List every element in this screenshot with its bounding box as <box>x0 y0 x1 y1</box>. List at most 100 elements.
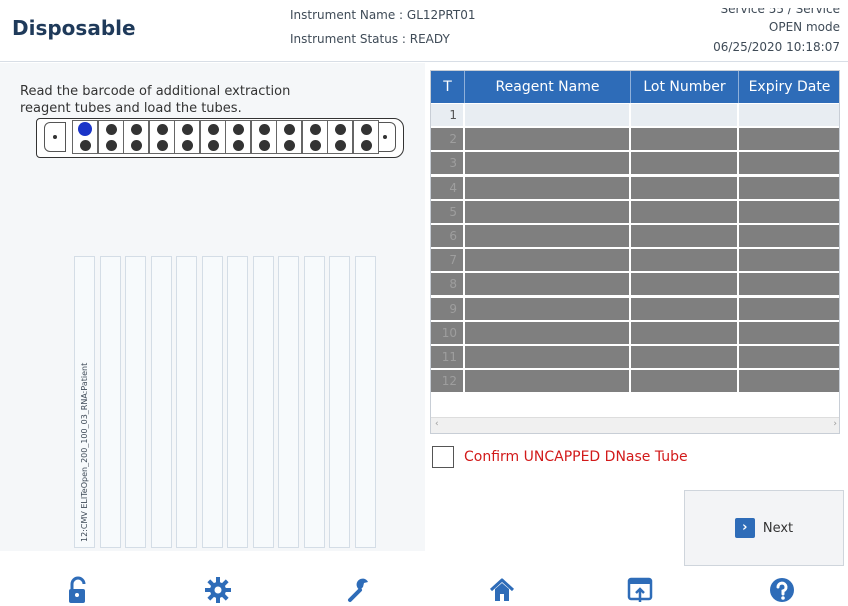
rack-slot[interactable] <box>148 120 175 154</box>
datetime: 06/25/2020 10:18:07 <box>713 40 840 54</box>
tube-position[interactable] <box>99 256 121 548</box>
table-cell <box>631 273 739 296</box>
table-row[interactable]: 8 <box>431 273 839 297</box>
tube-position[interactable] <box>227 256 248 548</box>
rack-slot[interactable] <box>250 120 277 154</box>
table-row[interactable]: 1 <box>431 104 839 128</box>
confirm-checkbox[interactable] <box>432 446 454 468</box>
selected-tube-hole <box>78 122 92 136</box>
tube-position[interactable] <box>125 256 146 548</box>
tube-hole <box>284 140 295 151</box>
horizontal-scrollbar[interactable]: ‹ › <box>431 417 839 433</box>
table-cell <box>739 225 839 247</box>
reagent-table[interactable]: T Reagent Name Lot Number Expiry Date 12… <box>430 70 840 434</box>
table-cell <box>465 152 631 175</box>
tube-hole <box>258 140 270 151</box>
tube-position[interactable] <box>252 256 274 548</box>
confirm-uncapped[interactable]: Confirm UNCAPPED DNase Tube <box>432 446 688 468</box>
rack-slot[interactable] <box>123 120 149 154</box>
table-row[interactable]: 11 <box>431 346 839 370</box>
table-cell <box>465 321 631 344</box>
tube-hole <box>233 124 244 135</box>
tube-hole <box>360 124 372 135</box>
tube-hole <box>284 124 295 135</box>
tube-hole <box>182 140 193 151</box>
rack-slot[interactable] <box>72 120 98 154</box>
tube-position[interactable] <box>150 256 172 548</box>
table-cell <box>465 273 631 296</box>
tube-hole <box>105 140 117 151</box>
table-row[interactable]: 2 <box>431 128 839 152</box>
tube-position[interactable] <box>329 256 350 548</box>
table-row[interactable]: 4 <box>431 176 839 201</box>
table-row[interactable]: 12 <box>431 370 839 394</box>
tube-position[interactable] <box>354 256 376 548</box>
wrench-icon[interactable] <box>346 576 374 604</box>
tube-grid: 12:CMV ELITeOpen_200_100_03_RNA:Patient <box>74 256 378 548</box>
tube-hole <box>131 140 142 151</box>
tube-hole <box>360 140 372 151</box>
table-cell <box>465 346 631 368</box>
table-cell <box>465 297 631 320</box>
row-number: 10 <box>431 321 465 344</box>
tube-hole <box>309 124 321 135</box>
rack-end-left <box>44 122 66 152</box>
table-row[interactable]: 7 <box>431 249 839 273</box>
rack-slot[interactable] <box>327 120 353 154</box>
table-cell <box>631 225 739 247</box>
tube-position[interactable] <box>303 256 325 548</box>
next-label: Next <box>762 520 794 536</box>
table-cell <box>631 249 739 272</box>
table-cell <box>465 200 631 223</box>
tube-position[interactable] <box>278 256 299 548</box>
tube-position[interactable] <box>176 256 197 548</box>
table-cell <box>739 249 839 272</box>
tube-hole <box>156 124 168 135</box>
tube-hole <box>233 140 244 151</box>
table-row[interactable]: 10 <box>431 321 839 346</box>
tube-rack <box>36 118 404 158</box>
gear-icon[interactable] <box>204 576 232 604</box>
scroll-left-icon[interactable]: ‹ <box>435 419 439 429</box>
table-cell <box>465 104 631 126</box>
row-number: 5 <box>431 200 465 223</box>
mode-label: OPEN mode <box>768 20 840 34</box>
rack-slot[interactable] <box>301 120 328 154</box>
row-number: 6 <box>431 225 465 247</box>
confirm-label: Confirm UNCAPPED DNase Tube <box>464 449 688 465</box>
table-cell <box>739 176 839 199</box>
rack-slot[interactable] <box>276 120 302 154</box>
next-arrow-icon: › <box>734 518 755 538</box>
table-row[interactable]: 3 <box>431 152 839 176</box>
tube-hole <box>258 124 270 135</box>
help-icon[interactable] <box>768 576 796 604</box>
table-header: T Reagent Name Lot Number Expiry Date <box>431 71 839 103</box>
instruction-text: Read the barcode of additional extractio… <box>20 84 291 116</box>
col-header-expiry-date: Expiry Date <box>739 71 839 103</box>
table-cell <box>739 346 839 368</box>
table-cell <box>465 176 631 199</box>
rack-slot[interactable] <box>199 120 226 154</box>
table-cell <box>631 200 739 223</box>
rack-slot[interactable] <box>97 120 124 154</box>
rack-slot[interactable] <box>225 120 251 154</box>
table-row[interactable]: 9 <box>431 297 839 322</box>
unlock-icon[interactable] <box>64 576 92 604</box>
next-button[interactable]: › Next <box>684 490 844 566</box>
scroll-right-icon[interactable]: › <box>833 419 837 429</box>
eject-icon[interactable] <box>626 576 654 604</box>
table-row[interactable]: 5 <box>431 200 839 225</box>
table-cell <box>631 321 739 344</box>
table-row[interactable]: 6 <box>431 225 839 249</box>
tube-hole <box>182 124 193 135</box>
table-cell <box>631 152 739 175</box>
rack-slot[interactable] <box>174 120 200 154</box>
tube-hole <box>335 124 346 135</box>
table-cell <box>631 370 739 393</box>
footer-toolbar <box>0 572 848 606</box>
tube-position[interactable] <box>201 256 223 548</box>
tube-hole <box>309 140 321 151</box>
home-icon[interactable] <box>488 576 516 604</box>
rack-slot[interactable] <box>352 120 379 154</box>
col-header-lot-number: Lot Number <box>631 71 739 103</box>
